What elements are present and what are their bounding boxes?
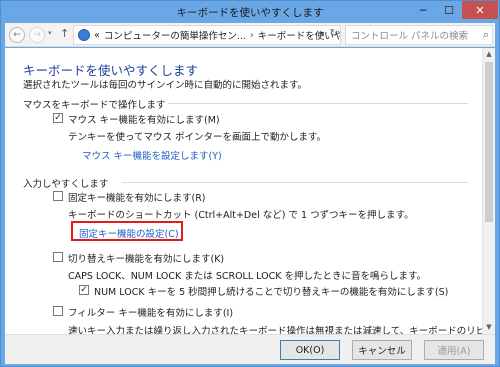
mouse-keys-description: テンキーを使ってマウス ポインターを画面上で動かします。 [68,132,327,143]
search-placeholder: コントロール パネルの検索 [351,31,469,42]
toggle-keys-checkbox[interactable] [53,252,63,262]
up-arrow-icon[interactable]: ↑ [60,27,69,40]
section-divider [168,103,468,104]
address-bar[interactable]: « コンピューターの簡単操作セン... › キーボードを使いやすくします ▾ ↻ [73,25,341,45]
search-input[interactable]: コントロール パネルの検索 ⌕ [345,25,493,45]
breadcrumb-separator-icon: › [249,29,254,41]
breadcrumb-ease-of-access[interactable]: コンピューターの簡単操作セン... [104,28,246,42]
section-heading-mouse: マウスをキーボードで操作します [23,100,166,111]
numlock-toggle-checkbox[interactable]: ✓ [79,285,89,295]
minimize-button[interactable]: ─ [410,1,436,19]
filter-keys-label[interactable]: フィルター キー機能を有効にします(I) [68,305,233,319]
page-description: 選択されたツールは毎回のサインイン時に自動的に開始されます。 [23,80,308,91]
vertical-scrollbar[interactable]: ▲ ▼ [482,48,495,334]
sticky-keys-description: キーボードのショートカット (Ctrl+Alt+Del など) で 1 つずつキ… [68,210,414,221]
mouse-keys-label[interactable]: マウス キー機能を有効にします(M) [68,112,220,126]
section-divider [122,182,468,183]
address-dropdown-icon[interactable]: ▾ [320,30,324,38]
highlight-box [71,221,183,241]
mouse-keys-settings-link[interactable]: マウス キー機能を設定します(Y) [82,148,222,162]
toggle-keys-label[interactable]: 切り替えキー機能を有効にします(K) [68,251,224,265]
sticky-keys-checkbox[interactable] [53,191,63,201]
cancel-button[interactable]: キャンセル [352,340,412,360]
filter-keys-description: 速いキー入力または繰り返し入力されたキーボード操作は無視または減速して、キーボー… [68,326,482,334]
main-content: キーボードを使いやすくします 選択されたツールは毎回のサインイン時に自動的に開始… [5,48,482,334]
close-button[interactable]: ✕ [462,1,498,19]
scroll-up-icon[interactable]: ▲ [483,48,495,61]
ok-button[interactable]: OK(O) [280,340,340,360]
navigation-bar: ← → ▾ ↑ « コンピューターの簡単操作セン... › キーボードを使いやす… [5,23,495,47]
refresh-icon[interactable]: ↻ [330,28,338,39]
section-heading-typing: 入力しやすくします [23,179,109,190]
sticky-keys-label[interactable]: 固定キー機能を有効にします(R) [68,190,206,204]
control-panel-icon [78,29,90,41]
mouse-keys-checkbox[interactable]: ✓ [53,113,63,123]
filter-keys-checkbox[interactable] [53,306,63,316]
scroll-down-icon[interactable]: ▼ [483,321,495,334]
back-arrow-icon[interactable]: ← [9,27,25,43]
control-panel-window: キーボードを使いやすくします ─ ☐ ✕ ← → ▾ ↑ « コンピューターの簡… [0,0,500,367]
title-bar[interactable]: キーボードを使いやすくします ─ ☐ ✕ [1,1,499,23]
breadcrumb-prefix[interactable]: « [94,30,100,41]
apply-button[interactable]: 適用(A) [424,340,484,360]
dialog-footer: OK(O) キャンセル 適用(A) [5,334,495,364]
toggle-keys-description: CAPS LOCK、NUM LOCK または SCROLL LOCK を押したと… [68,271,427,282]
search-icon[interactable]: ⌕ [483,28,489,42]
forward-arrow-icon[interactable]: → [29,27,45,43]
numlock-toggle-label[interactable]: NUM LOCK キーを 5 秒間押し続けることで切り替えキーの機能を有効にしま… [94,284,448,298]
scroll-thumb[interactable] [485,62,493,222]
breadcrumb-keyboard[interactable]: キーボードを使いやすくします [258,28,340,42]
maximize-button[interactable]: ☐ [436,1,462,19]
history-dropdown-icon[interactable]: ▾ [48,29,52,37]
